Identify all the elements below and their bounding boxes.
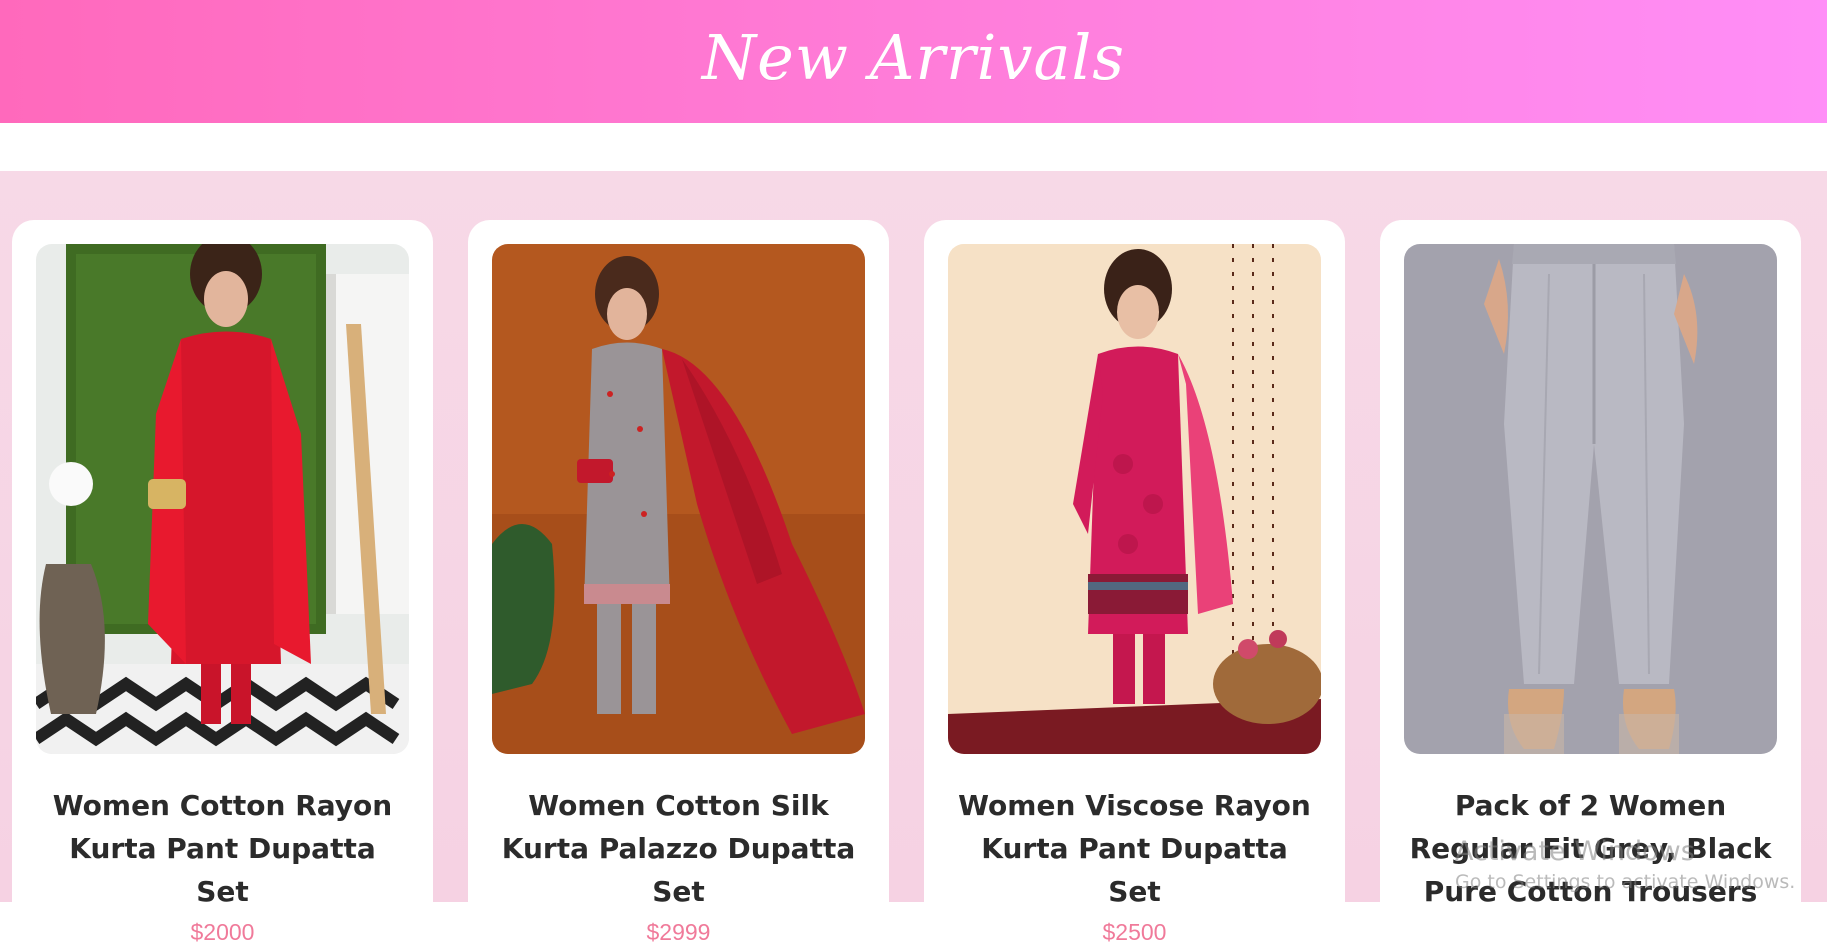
product-image[interactable] [948, 244, 1321, 754]
pink-kurta-photo-icon [948, 244, 1321, 754]
red-kurta-photo-icon [36, 244, 409, 754]
product-card[interactable]: Women Cotton Silk Kurta Palazzo Dupatta … [468, 220, 889, 945]
product-image[interactable] [1404, 244, 1777, 754]
product-image[interactable] [36, 244, 409, 754]
grey-kurta-photo-icon [492, 244, 865, 754]
product-title[interactable]: Women Cotton Rayon Kurta Pant Dupatta Se… [36, 784, 409, 913]
product-title[interactable]: Women Cotton Silk Kurta Palazzo Dupatta … [492, 784, 865, 913]
product-price: $2000 [190, 919, 255, 945]
product-image[interactable] [492, 244, 865, 754]
grey-trousers-photo-icon [1404, 244, 1777, 754]
product-title[interactable]: Women Viscose Rayon Kurta Pant Dupatta S… [948, 784, 1321, 913]
product-grid: Women Cotton Rayon Kurta Pant Dupatta Se… [0, 171, 1827, 945]
page-title: New Arrivals [701, 21, 1126, 94]
page-header: New Arrivals [0, 0, 1827, 123]
product-card[interactable]: Pack of 2 Women Regular Fit Grey, Black … [1380, 220, 1801, 940]
product-title[interactable]: Pack of 2 Women Regular Fit Grey, Black … [1404, 784, 1777, 913]
product-card[interactable]: Women Viscose Rayon Kurta Pant Dupatta S… [924, 220, 1345, 945]
product-card[interactable]: Women Cotton Rayon Kurta Pant Dupatta Se… [12, 220, 433, 945]
product-price: $2500 [1102, 919, 1167, 945]
product-price: $2999 [646, 919, 711, 945]
header-spacer [0, 123, 1827, 171]
